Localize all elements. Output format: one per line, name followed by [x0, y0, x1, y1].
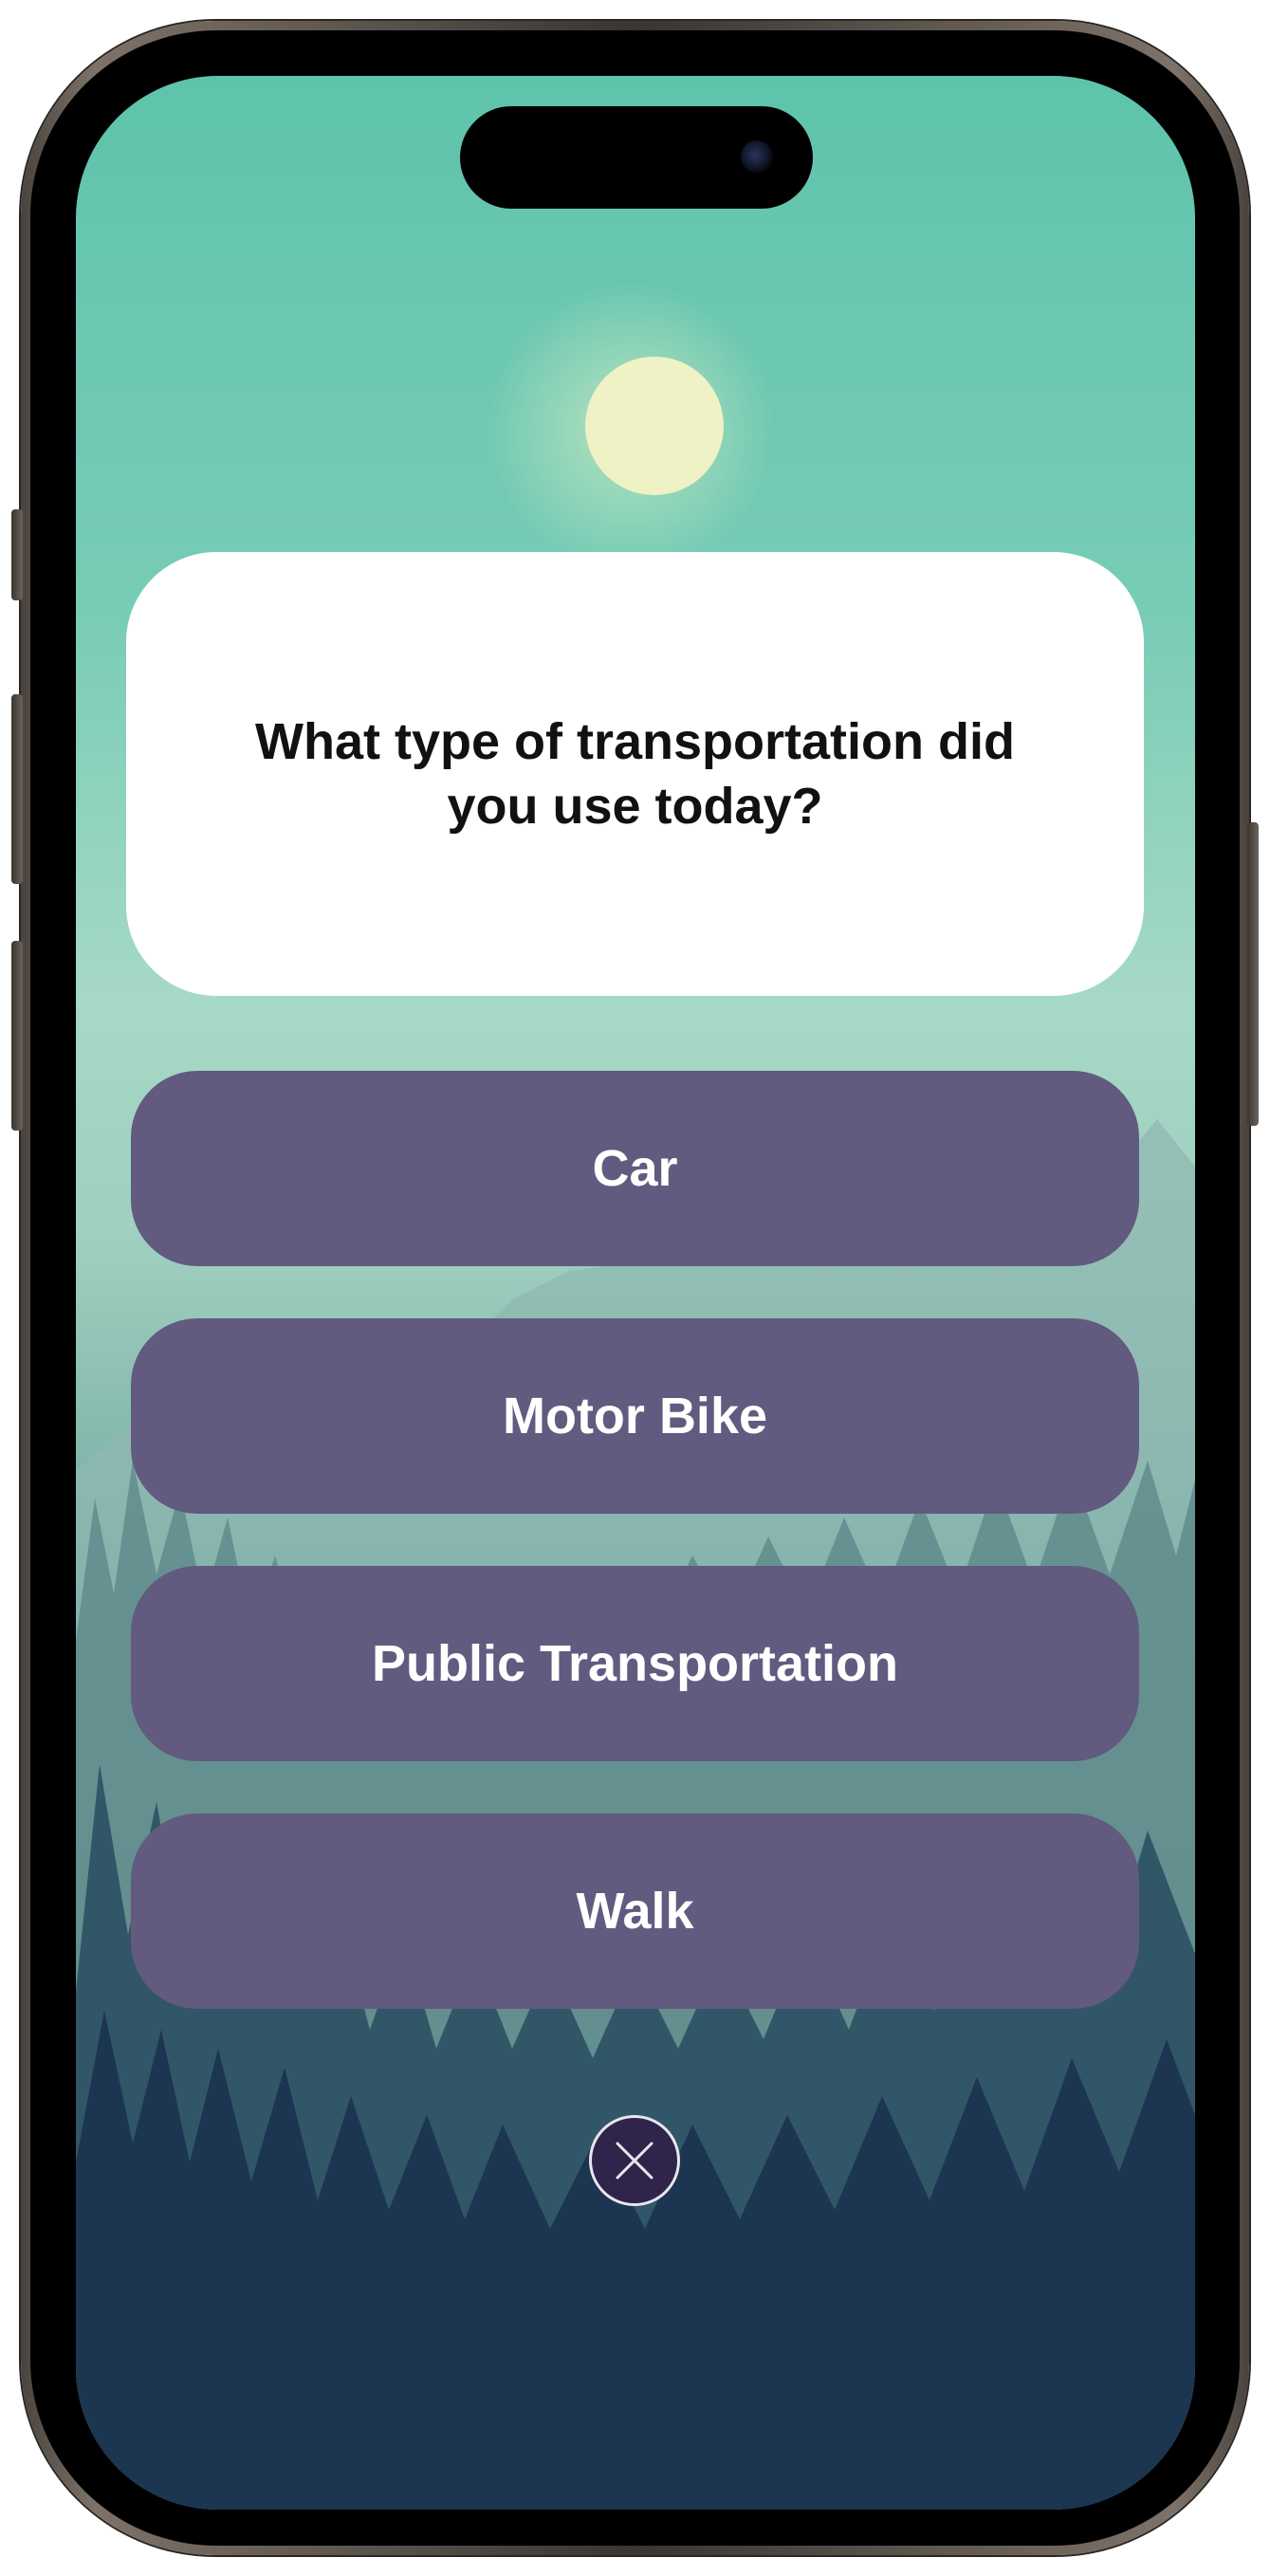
question-text: What type of transportation did you use …	[255, 713, 1015, 835]
answer-button-public-transportation[interactable]: Public Transportation	[131, 1566, 1139, 1761]
answer-label: Car	[592, 1140, 678, 1197]
answer-button-motor-bike[interactable]: Motor Bike	[131, 1318, 1139, 1514]
close-button[interactable]	[589, 2115, 680, 2206]
answer-label: Motor Bike	[502, 1388, 768, 1444]
answer-button-car[interactable]: Car	[131, 1071, 1139, 1266]
answer-label: Public Transportation	[371, 1635, 899, 1692]
close-icon	[616, 2142, 653, 2180]
volume-down-button	[11, 941, 23, 1131]
front-camera	[741, 140, 773, 173]
question-card: What type of transportation did you use …	[126, 552, 1144, 996]
answer-button-walk[interactable]: Walk	[131, 1813, 1139, 2009]
volume-up-button	[11, 694, 23, 884]
action-button	[11, 509, 23, 600]
power-button	[1247, 822, 1259, 1126]
app-screen: What type of transportation did you use …	[76, 76, 1195, 2510]
answer-label: Walk	[576, 1883, 694, 1940]
dynamic-island	[460, 106, 813, 209]
